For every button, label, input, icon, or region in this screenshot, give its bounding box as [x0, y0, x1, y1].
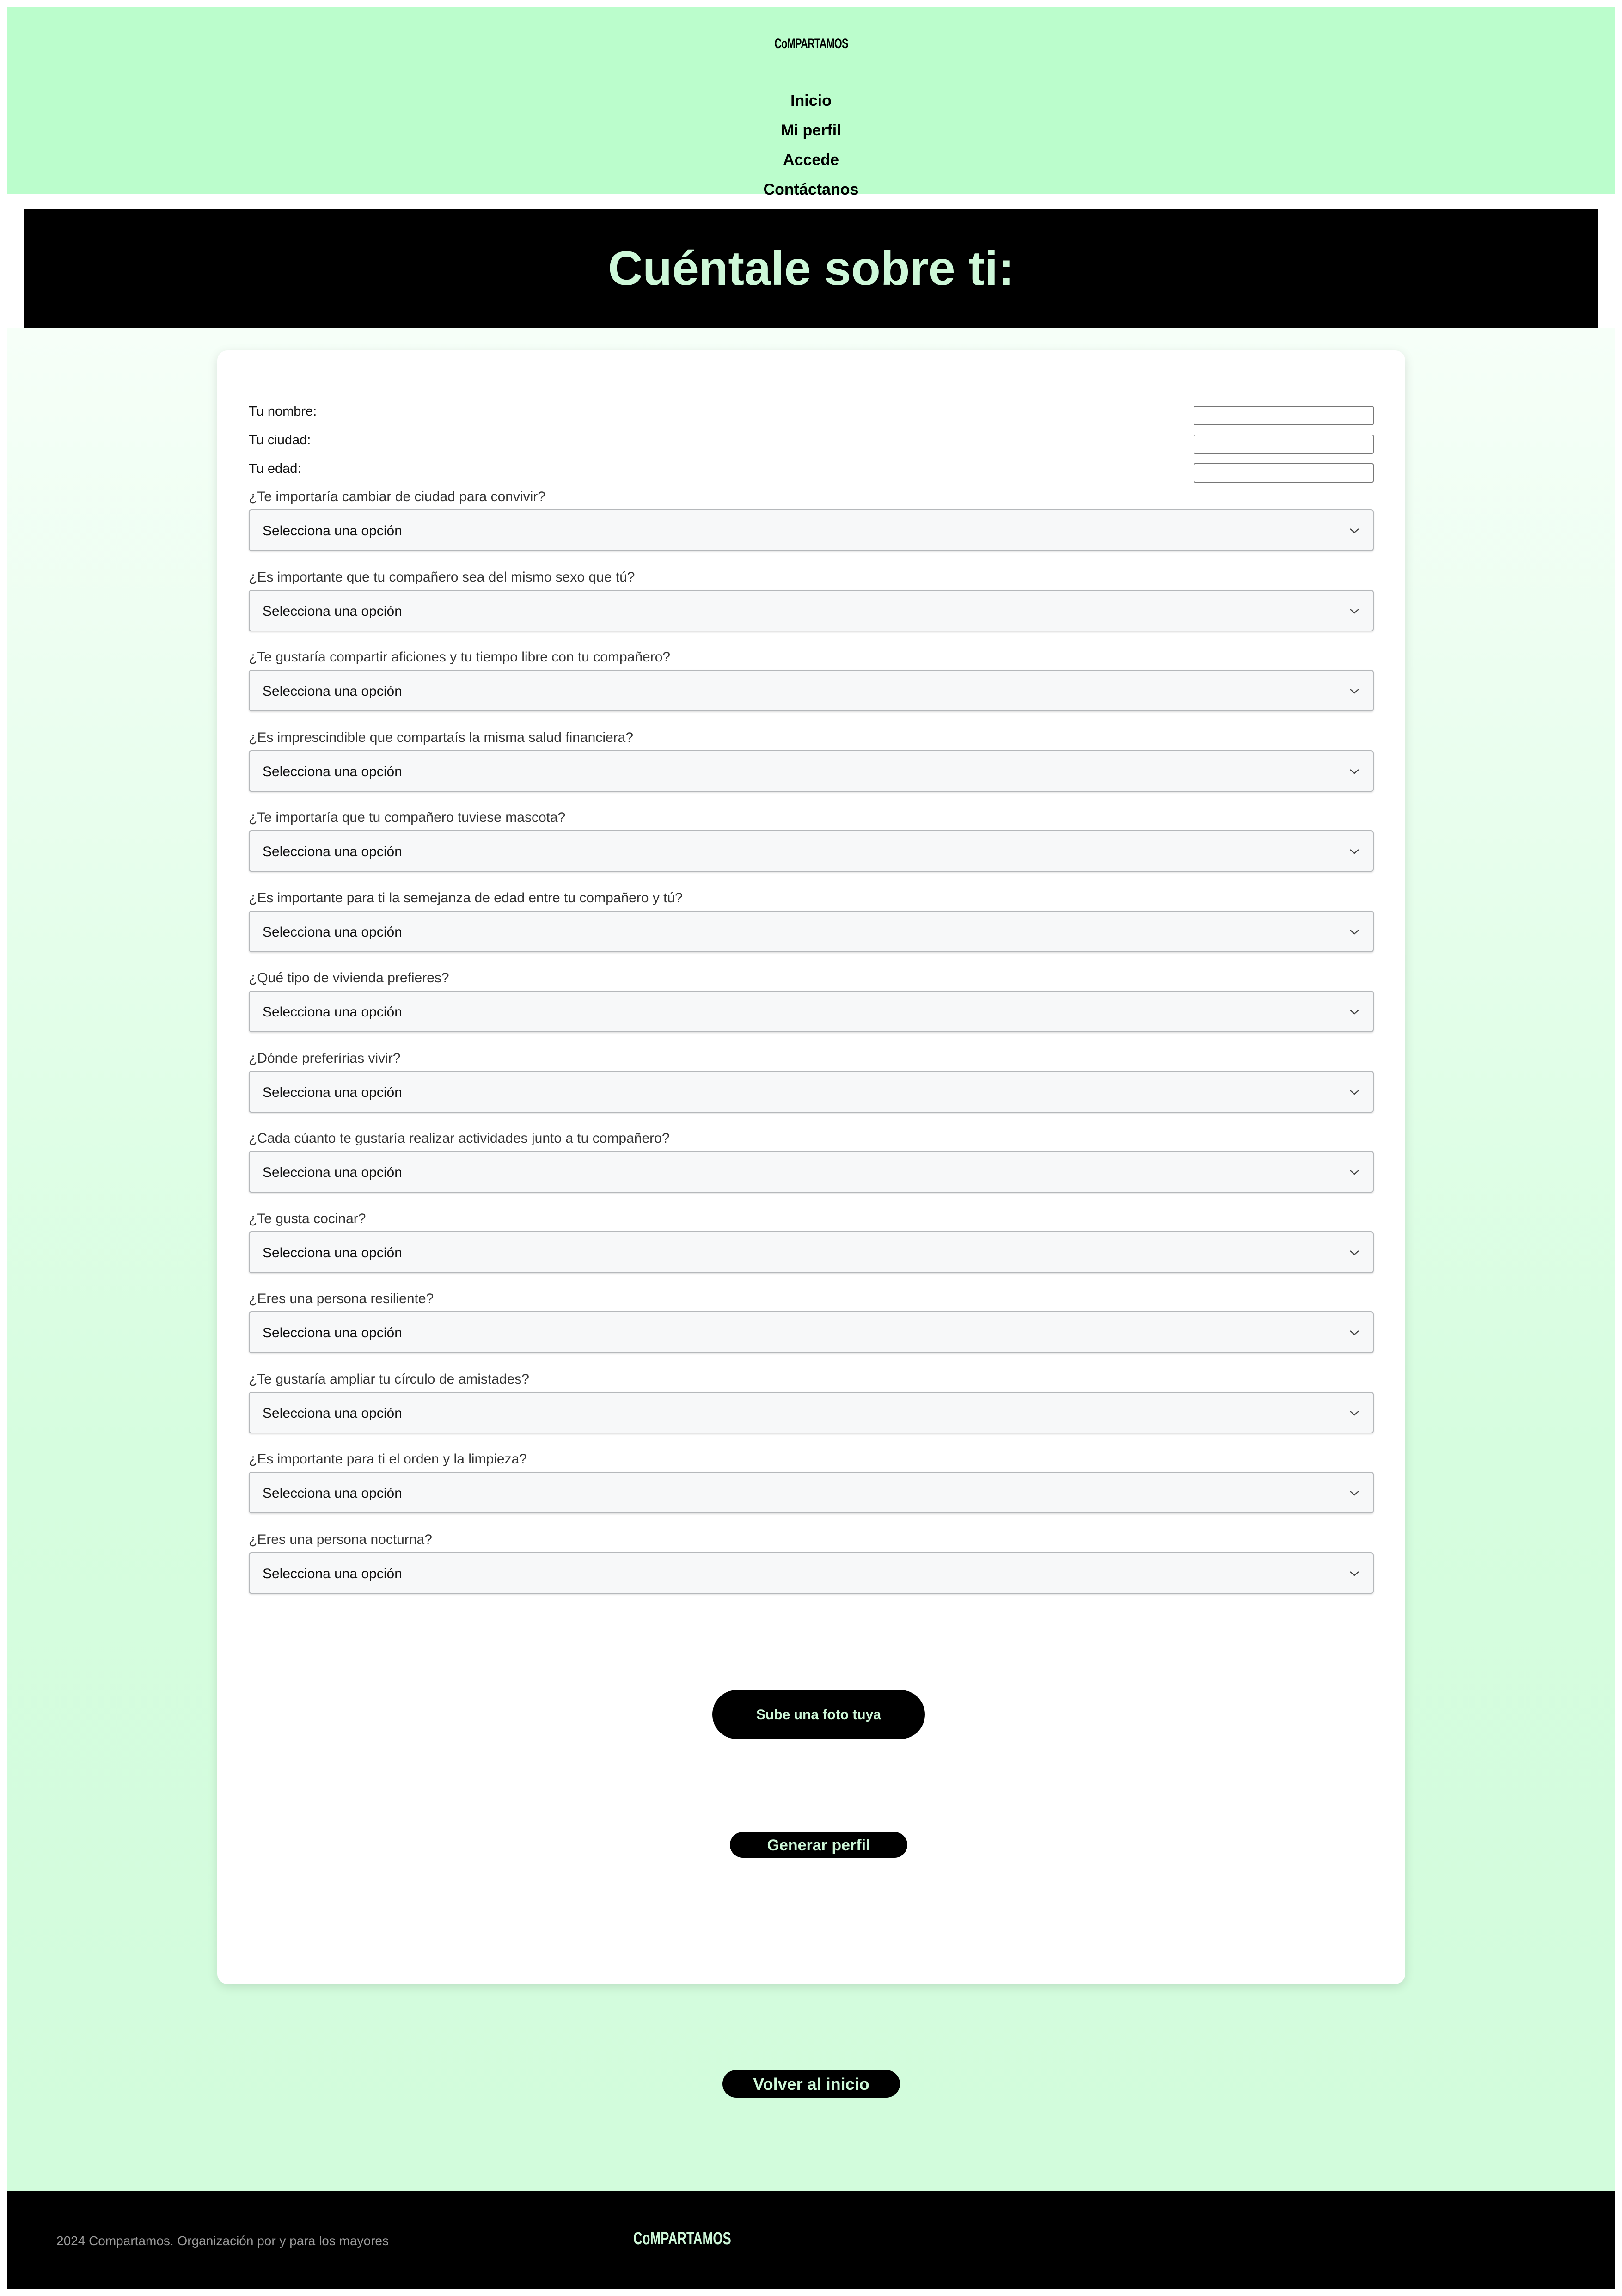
back-home-button[interactable]: Volver al inicio: [722, 2070, 900, 2098]
question-select[interactable]: Selecciona una opción: [249, 589, 1374, 631]
name-label: Tu nombre:: [249, 404, 317, 419]
question-row: ¿Te gusta cocinar? Selecciona una opción: [249, 1211, 1374, 1285]
question-label: ¿Qué tipo de vivienda prefieres?: [249, 970, 449, 986]
chevron-down-icon: [1350, 608, 1359, 614]
select-value: Selecciona una opción: [263, 844, 402, 859]
brand-logo[interactable]: CoMPARTAMOS: [760, 36, 862, 52]
question-select[interactable]: Selecciona una opción: [249, 1311, 1374, 1353]
select-value: Selecciona una opción: [263, 684, 402, 699]
question-row: ¿Es importante para ti la semejanza de e…: [249, 890, 1374, 964]
chevron-down-icon: [1350, 689, 1359, 694]
question-label: ¿Es imprescindible que compartaís la mis…: [249, 729, 634, 745]
question-row: ¿Te gustaría ampliar tu círculo de amist…: [249, 1371, 1374, 1445]
question-label: ¿Eres una persona nocturna?: [249, 1531, 432, 1547]
question-row: ¿Eres una persona resiliente? Selecciona …: [249, 1291, 1374, 1365]
chevron-down-icon: [1350, 929, 1359, 935]
chevron-down-icon: [1350, 1330, 1359, 1335]
question-select[interactable]: Selecciona una opción: [249, 1231, 1374, 1273]
question-label: ¿Cada cúanto te gustaría realizar activi…: [249, 1131, 670, 1146]
question-row: ¿Qué tipo de vivienda prefieres? Seleccio…: [249, 970, 1374, 1044]
question-select[interactable]: Selecciona una opción: [249, 670, 1374, 711]
chevron-down-icon: [1350, 1571, 1359, 1576]
age-label: Tu edad:: [249, 461, 301, 476]
nav-item-mi-perfil[interactable]: Mi perfil: [7, 119, 1615, 149]
title-banner: Cuéntale sobre ti:: [24, 209, 1598, 328]
generate-profile-button[interactable]: Generar perfil: [730, 1832, 907, 1858]
question-select[interactable]: Selecciona una opción: [249, 1071, 1374, 1113]
name-row: Tu nombre:: [249, 400, 1374, 425]
chevron-down-icon: [1350, 1491, 1359, 1496]
question-label: ¿Es importante que tu compañero sea del …: [249, 569, 635, 585]
footer-logo-text: CoMPARTAMOS: [633, 2229, 731, 2248]
name-input[interactable]: [1194, 406, 1374, 425]
question-select[interactable]: Selecciona una opción: [249, 750, 1374, 792]
chevron-down-icon: [1350, 769, 1359, 774]
question-select[interactable]: Selecciona una opción: [249, 1391, 1374, 1433]
brand-logo-text: CoMPARTAMOS: [774, 36, 848, 51]
site-header: CoMPARTAMOS Inicio Mi perfil Accede Cont…: [7, 7, 1615, 198]
chevron-down-icon: [1350, 1170, 1359, 1175]
select-value: Selecciona una opción: [263, 924, 402, 940]
city-label: Tu ciudad:: [249, 433, 311, 447]
question-row: ¿Cada cúanto te gustaría realizar activi…: [249, 1131, 1374, 1205]
select-value: Selecciona una opción: [263, 1165, 402, 1180]
select-value: Selecciona una opción: [263, 1486, 402, 1501]
question-select[interactable]: Selecciona una opción: [249, 910, 1374, 952]
select-value: Selecciona una opción: [263, 764, 402, 779]
select-value: Selecciona una opción: [263, 1325, 402, 1341]
question-row: ¿Dónde preferírias vivir? Selecciona una …: [249, 1051, 1374, 1125]
question-row: ¿Es importante para ti el orden y la lim…: [249, 1451, 1374, 1525]
site-footer: 2024 Compartamos. Organización por y par…: [7, 2191, 1615, 2289]
footer-copyright: 2024 Compartamos. Organización por y par…: [56, 2234, 389, 2248]
select-value: Selecciona una opción: [263, 1084, 402, 1100]
question-select[interactable]: Selecciona una opción: [249, 1472, 1374, 1513]
question-label: ¿Dónde preferírias vivir?: [249, 1050, 401, 1066]
question-select[interactable]: Selecciona una opción: [249, 509, 1374, 551]
question-row: ¿Eres una persona nocturna? Selecciona un…: [249, 1532, 1374, 1606]
age-row: Tu edad:: [249, 458, 1374, 483]
chevron-down-icon: [1350, 528, 1359, 533]
question-row: ¿Te gustaría compartir aficiones y tu ti…: [249, 649, 1374, 723]
select-value: Selecciona una opción: [263, 1566, 402, 1581]
select-value: Selecciona una opción: [263, 1405, 402, 1421]
page-title: Cuéntale sobre ti:: [608, 242, 1014, 295]
question-row: ¿Es imprescindible que compartaís la mis…: [249, 730, 1374, 804]
question-select[interactable]: Selecciona una opción: [249, 830, 1374, 872]
chevron-down-icon: [1350, 849, 1359, 854]
question-label: ¿Te gusta cocinar?: [249, 1211, 366, 1226]
select-value: Selecciona una opción: [263, 1004, 402, 1020]
question-select[interactable]: Selecciona una opción: [249, 1552, 1374, 1594]
city-row: Tu ciudad:: [249, 429, 1374, 454]
nav-item-inicio[interactable]: Inicio: [7, 90, 1615, 119]
question-label: ¿Te gustaría compartir aficiones y tu ti…: [249, 649, 671, 665]
question-row: ¿Te importaría que tu compañero tuviese …: [249, 810, 1374, 884]
profile-form-card: Tu nombre: Tu ciudad: Tu edad: ¿Te impor…: [217, 350, 1405, 1984]
chevron-down-icon: [1350, 1010, 1359, 1015]
select-value: Selecciona una opción: [263, 523, 402, 539]
question-select[interactable]: Selecciona una opción: [249, 1151, 1374, 1193]
upload-photo-button[interactable]: Sube una foto tuya: [712, 1690, 925, 1739]
nav-item-contactanos[interactable]: Contáctanos: [7, 178, 1615, 208]
nav-item-accede[interactable]: Accede: [7, 149, 1615, 178]
select-value: Selecciona una opción: [263, 603, 402, 619]
city-input[interactable]: [1194, 435, 1374, 454]
footer-logo[interactable]: CoMPARTAMOS: [633, 2229, 769, 2249]
question-label: ¿Es importante para ti la semejanza de e…: [249, 890, 683, 906]
page: CoMPARTAMOS Inicio Mi perfil Accede Cont…: [7, 7, 1615, 2289]
question-row: ¿Es importante que tu compañero sea del …: [249, 569, 1374, 643]
select-value: Selecciona una opción: [263, 1245, 402, 1261]
age-input[interactable]: [1194, 463, 1374, 483]
question-label: ¿Te importaría que tu compañero tuviese …: [249, 810, 566, 825]
question-select[interactable]: Selecciona una opción: [249, 991, 1374, 1032]
question-label: ¿Te gustaría ampliar tu círculo de amist…: [249, 1371, 529, 1387]
chevron-down-icon: [1350, 1410, 1359, 1416]
question-label: ¿Te importaría cambiar de ciudad para co…: [249, 489, 545, 504]
question-label: ¿Eres una persona resiliente?: [249, 1291, 434, 1306]
chevron-down-icon: [1350, 1090, 1359, 1095]
main-nav: Inicio Mi perfil Accede Contáctanos: [7, 90, 1615, 208]
chevron-down-icon: [1350, 1250, 1359, 1255]
question-row: ¿Te importaría cambiar de ciudad para co…: [249, 489, 1374, 563]
question-label: ¿Es importante para ti el orden y la lim…: [249, 1451, 527, 1467]
